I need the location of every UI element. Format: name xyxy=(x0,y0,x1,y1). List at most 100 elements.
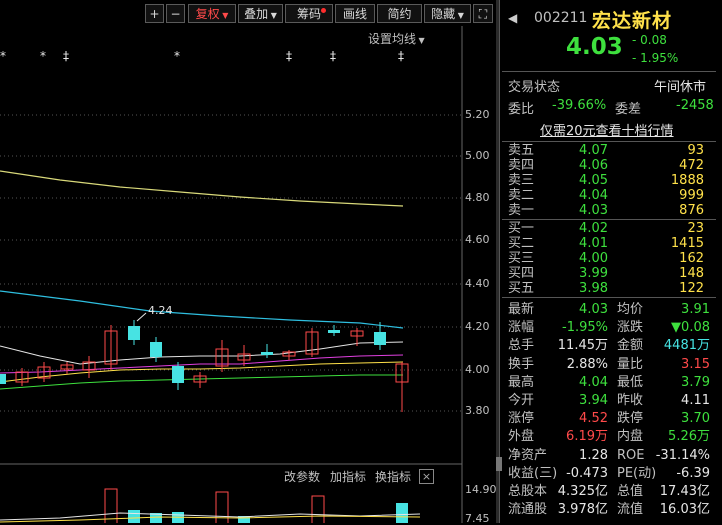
stat-label: PE(动) xyxy=(617,465,657,481)
stat-value: 17.43亿 xyxy=(659,484,710,499)
stat-label: 跌停 xyxy=(617,411,644,427)
weibi-label: 委比 xyxy=(508,102,535,117)
event-marker[interactable]: * xyxy=(174,49,180,63)
huaxian-button[interactable]: 画线 xyxy=(335,4,375,23)
level10-promo-link[interactable]: 仅需20元查看十档行情 xyxy=(540,120,674,139)
stat-row: 总手 11.45万 金额 4481万 xyxy=(502,338,716,353)
collapse-arrow-icon[interactable]: ◀ xyxy=(508,11,517,25)
sell-order-row[interactable]: 卖二 4.04 999 xyxy=(502,188,716,203)
price-change: - 0.08 xyxy=(632,33,667,47)
stat-label: 总值 xyxy=(617,484,644,499)
expand-icon[interactable]: ⛶ xyxy=(473,4,493,23)
buy-volume: 23 xyxy=(687,221,704,236)
sell-volume: 472 xyxy=(679,158,704,173)
stat-label: 总手 xyxy=(508,338,535,354)
fuquan-dropdown[interactable]: 复权 ▼ xyxy=(188,4,236,23)
switch-indicator-button[interactable]: 换指标 xyxy=(375,468,411,485)
dropdown-arrow-icon: ▼ xyxy=(416,36,425,45)
price-tick: 4.80 xyxy=(465,191,490,204)
edit-params-button[interactable]: 改参数 xyxy=(284,468,320,485)
event-marker[interactable]: ‡ xyxy=(63,49,69,63)
buy-order-row[interactable]: 买四 3.99 148 xyxy=(502,266,716,281)
zoom-in-button[interactable]: + xyxy=(145,4,164,23)
kline-canvas[interactable] xyxy=(0,0,496,523)
add-indicator-button[interactable]: 加指标 xyxy=(330,468,366,485)
price-tick: 5.20 xyxy=(465,108,490,121)
notification-dot-icon xyxy=(321,8,326,13)
stat-label: 流通股 xyxy=(508,502,548,518)
zoom-out-button[interactable]: − xyxy=(166,4,185,23)
sell-order-row[interactable]: 卖五 4.07 93 xyxy=(502,143,716,158)
ma-settings-button[interactable]: 设置均线 ▼ xyxy=(368,30,425,47)
current-price: 4.03 xyxy=(566,34,623,60)
stat-label: 内盘 xyxy=(617,429,644,445)
sell-order-row[interactable]: 卖一 4.03 876 xyxy=(502,203,716,218)
chouma-button[interactable]: 筹码 xyxy=(285,4,333,23)
stat-row: 今开 3.94 昨收 4.11 xyxy=(502,393,716,408)
ma-settings-label: 设置均线 xyxy=(368,32,417,46)
buy-level-label: 买一 xyxy=(508,221,535,236)
sell-order-row[interactable]: 卖三 4.05 1888 xyxy=(502,173,716,188)
sell-volume: 1888 xyxy=(670,173,704,188)
stat-label: 涨幅 xyxy=(508,320,535,336)
dropdown-arrow-icon: ▼ xyxy=(219,11,229,20)
stat-value: 4.04 xyxy=(579,374,608,390)
buy-level-label: 买五 xyxy=(508,281,535,296)
diejia-label: 叠加 xyxy=(244,7,269,21)
event-marker[interactable]: ‡ xyxy=(330,49,336,63)
stat-row: 流通股 3.978亿 流值 16.03亿 xyxy=(502,502,716,517)
stat-row: 涨幅 -1.95% 涨跌 ▼0.08 xyxy=(502,320,716,335)
stat-label: 昨收 xyxy=(617,393,644,408)
buy-order-row[interactable]: 买二 4.01 1415 xyxy=(502,236,716,251)
sell-volume: 93 xyxy=(687,143,704,158)
stat-label: 金额 xyxy=(617,338,644,354)
stat-row: 涨停 4.52 跌停 3.70 xyxy=(502,411,716,426)
sell-order-row[interactable]: 卖四 4.06 472 xyxy=(502,158,716,173)
stat-value: 11.45万 xyxy=(557,338,608,354)
stat-value: -1.95% xyxy=(562,320,608,336)
sell-level-label: 卖四 xyxy=(508,158,535,173)
price-change-pct: - 1.95% xyxy=(632,51,679,65)
weicha-label: 委差 xyxy=(615,102,642,117)
price-tick: 4.20 xyxy=(465,320,490,333)
buy-price: 3.99 xyxy=(579,266,608,281)
sell-price: 4.06 xyxy=(579,158,608,173)
sell-level-label: 卖三 xyxy=(508,173,535,188)
stat-label: 最高 xyxy=(508,374,535,390)
stat-row: 外盘 6.19万 内盘 5.26万 xyxy=(502,429,716,444)
buy-order-row[interactable]: 买五 3.98 122 xyxy=(502,281,716,296)
stat-label: 换手 xyxy=(508,356,535,372)
weibi-value: -39.66% xyxy=(552,98,607,113)
buy-order-row[interactable]: 买三 4.00 162 xyxy=(502,251,716,266)
event-marker[interactable]: ‡ xyxy=(286,49,292,63)
kline-chart[interactable]: + − 复权 ▼ 叠加 ▼ 筹码 画线 简约 隐藏 ▼ ⛶ 设置均线 ▼ * *… xyxy=(0,0,497,525)
stat-label: 流值 xyxy=(617,502,644,518)
yincang-dropdown[interactable]: 隐藏 ▼ xyxy=(424,4,471,23)
sell-level-label: 卖五 xyxy=(508,143,535,158)
stat-value: -0.473 xyxy=(566,465,608,481)
diejia-dropdown[interactable]: 叠加 ▼ xyxy=(238,4,283,23)
high-price-label: 4.24 xyxy=(148,304,173,317)
buy-price: 4.02 xyxy=(579,221,608,236)
stat-value: 4.11 xyxy=(681,393,710,408)
sell-volume: 999 xyxy=(679,188,704,203)
sell-price: 4.05 xyxy=(579,173,608,188)
dropdown-arrow-icon: ▼ xyxy=(268,11,277,20)
buy-level-label: 买四 xyxy=(508,266,535,281)
price-tick: 4.60 xyxy=(465,233,490,246)
stat-value: 4481万 xyxy=(663,338,710,354)
buy-price: 4.01 xyxy=(579,236,608,251)
sell-price: 4.03 xyxy=(579,203,608,218)
jianyue-button[interactable]: 简约 xyxy=(377,4,422,23)
event-marker[interactable]: ‡ xyxy=(398,49,404,63)
close-icon[interactable]: × xyxy=(419,469,434,484)
buy-order-row[interactable]: 买一 4.02 23 xyxy=(502,221,716,236)
status-value: 午间休市 xyxy=(654,80,707,95)
event-marker[interactable]: * xyxy=(0,49,6,63)
volume-tick: 7.45 xyxy=(465,512,490,525)
divider xyxy=(499,0,500,523)
buy-volume: 162 xyxy=(679,251,704,266)
buy-level-label: 买三 xyxy=(508,251,535,266)
sell-price: 4.04 xyxy=(579,188,608,203)
event-marker[interactable]: * xyxy=(40,49,46,63)
